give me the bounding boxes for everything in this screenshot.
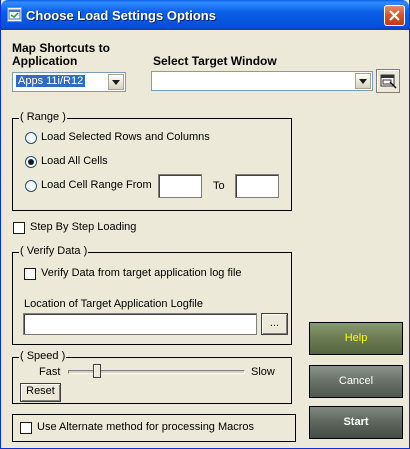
load-cell-range-label[interactable]: Load Cell Range From xyxy=(41,179,152,191)
load-selected-radio[interactable] xyxy=(25,132,37,144)
application-select[interactable]: Apps 11i/R12 xyxy=(12,72,126,92)
app-window-icon xyxy=(7,7,22,22)
range-to-input[interactable] xyxy=(235,174,279,198)
load-settings-dialog: Choose Load Settings Options Map Shortcu… xyxy=(0,0,410,449)
cancel-button[interactable]: Cancel xyxy=(309,365,403,398)
load-cell-range-radio[interactable] xyxy=(25,180,37,192)
range-from-input[interactable] xyxy=(158,174,202,198)
range-to-label: To xyxy=(213,180,225,192)
title-bar[interactable]: Choose Load Settings Options xyxy=(1,0,409,30)
help-button[interactable]: Help xyxy=(309,322,403,355)
select-target-window-label: Select Target Window xyxy=(153,54,277,68)
load-selected-label[interactable]: Load Selected Rows and Columns xyxy=(41,131,210,143)
step-by-step-label[interactable]: Step By Step Loading xyxy=(30,221,136,233)
speed-slider-thumb[interactable] xyxy=(93,364,102,378)
speed-fast-label: Fast xyxy=(39,366,61,378)
load-all-cells-label[interactable]: Load All Cells xyxy=(41,155,108,167)
map-shortcuts-label-line2: Application xyxy=(12,54,78,68)
target-window-select[interactable] xyxy=(151,71,373,91)
verify-data-group-title: ( Verify Data ) xyxy=(19,245,89,257)
start-button[interactable]: Start xyxy=(309,406,403,439)
chevron-down-icon[interactable] xyxy=(108,74,124,90)
window-picker-button[interactable] xyxy=(376,69,400,93)
verify-data-label[interactable]: Verify Data from target application log … xyxy=(41,267,242,279)
speed-reset-button[interactable]: Reset xyxy=(20,383,61,402)
speed-group-title: ( Speed ) xyxy=(19,350,67,362)
speed-slow-label: Slow xyxy=(251,366,275,378)
browse-logfile-button[interactable]: ... xyxy=(261,313,288,335)
application-select-value: Apps 11i/R12 xyxy=(16,75,86,87)
alternate-method-label[interactable]: Use Alternate method for processing Macr… xyxy=(37,421,254,433)
logfile-path-input[interactable] xyxy=(23,313,257,335)
verify-data-checkbox[interactable] xyxy=(24,268,36,280)
map-shortcuts-label-line1: Map Shortcuts to xyxy=(12,41,110,55)
alternate-method-checkbox[interactable] xyxy=(20,422,32,434)
chevron-down-icon[interactable] xyxy=(355,73,371,89)
window-picker-icon xyxy=(380,74,397,89)
range-group-title: ( Range ) xyxy=(19,111,67,123)
close-icon xyxy=(389,10,400,21)
window-title: Choose Load Settings Options xyxy=(26,8,216,23)
close-button[interactable] xyxy=(384,5,405,26)
load-all-cells-radio[interactable] xyxy=(25,156,37,168)
logfile-location-label: Location of Target Application Logfile xyxy=(24,298,203,310)
step-by-step-checkbox[interactable] xyxy=(13,222,25,234)
